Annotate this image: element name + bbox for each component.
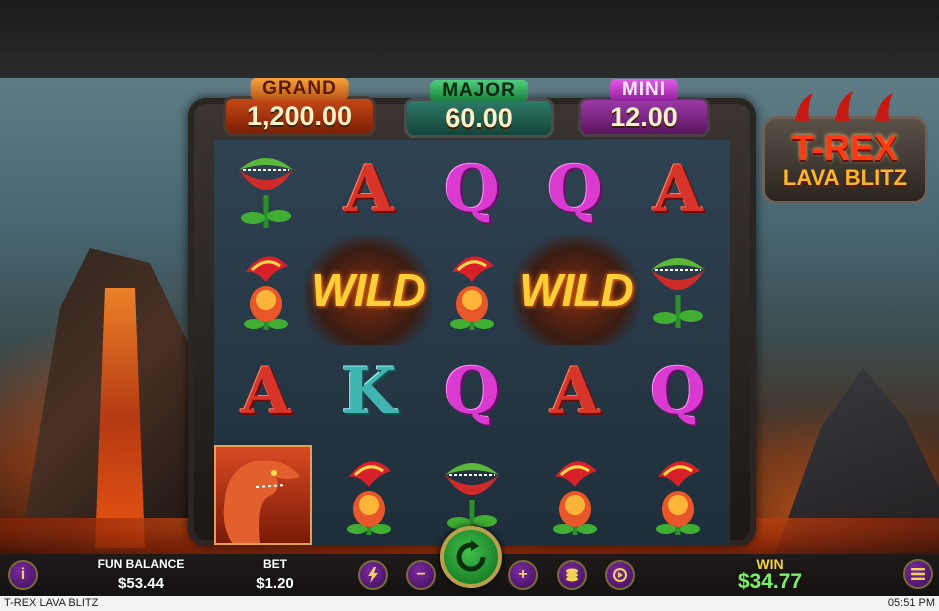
lava-flower-symbol [523,445,627,545]
fun-balance-label: FUN BALANCE [97,557,185,571]
bet-settings-button[interactable] [557,560,587,590]
info-icon: i [20,566,26,583]
lava-flower-symbol [420,240,524,340]
lightning-icon [368,567,378,583]
footer-clock: 05:51 PM [887,597,935,609]
logo-title: T-REX [791,127,898,168]
wild-symbol: WILD [304,235,432,345]
footer-bar: T-REX LAVA BLITZ 05:51 PM [0,596,939,611]
hamburger-icon [911,568,925,580]
plus-icon: + [518,566,528,583]
symbol-a: A [550,354,600,429]
info-button[interactable]: i [8,560,38,590]
symbol-q: Q [650,354,706,429]
game-screen: A Q Q A WILD WILD A K Q A Q 1,200.00 GRA… [0,0,939,611]
symbol-q: Q [547,152,603,227]
claws-icon [795,91,893,121]
bet-label: BET [263,557,287,571]
symbol-a: A [344,152,394,227]
bet-decrease-button[interactable]: − [406,560,436,590]
turbo-button[interactable] [358,560,388,590]
win-value: $34.77 [737,570,803,593]
symbol-q: Q [444,152,500,227]
spin-button[interactable] [440,526,502,588]
symbol-a: A [653,152,703,227]
trex-symbol [214,445,312,545]
jackpot-major: 60.00 MAJOR [404,80,554,138]
symbol-k: K [341,354,397,429]
bet-value: $1.20 [256,575,294,592]
bet-increase-button[interactable]: + [508,560,538,590]
jackpot-grand: 1,200.00 GRAND [223,78,376,136]
game-logo: T-REX LAVA BLITZ [762,91,928,204]
autoplay-button[interactable] [605,560,635,590]
symbol-a: A [241,354,291,429]
reel-area: A Q Q A WILD WILD A K Q A Q [214,140,730,546]
footer-game-title: T-REX LAVA BLITZ [4,597,99,609]
lava-flower-symbol [214,240,318,340]
fun-balance-value: $53.44 [118,575,164,592]
jackpot-grand-value: 1,200.00 [223,96,376,136]
flytrap-symbol [626,240,730,340]
jackpot-grand-label: GRAND [250,78,349,100]
jackpot-mini-value: 12.00 [578,97,710,137]
autoplay-icon [613,568,627,582]
jackpot-major-value: 60.00 [404,98,554,138]
wild-symbol: WILD [512,235,640,345]
jackpot-major-label: MAJOR [430,80,528,102]
menu-button[interactable] [903,559,933,589]
logo-subtitle: LAVA BLITZ [782,165,908,190]
reel-grid: A Q Q A WILD WILD A K Q A Q [214,140,730,546]
spin-arrow-icon [456,540,486,572]
minus-icon: − [416,566,426,583]
top-band [0,0,939,78]
jackpot-mini: 12.00 MINI [578,79,710,137]
coins-icon [566,568,578,582]
flytrap-symbol [214,140,318,240]
symbol-q: Q [444,354,500,429]
lava-flower-symbol [626,445,730,545]
lava-flower-symbol [317,445,421,545]
jackpot-mini-label: MINI [609,79,679,101]
